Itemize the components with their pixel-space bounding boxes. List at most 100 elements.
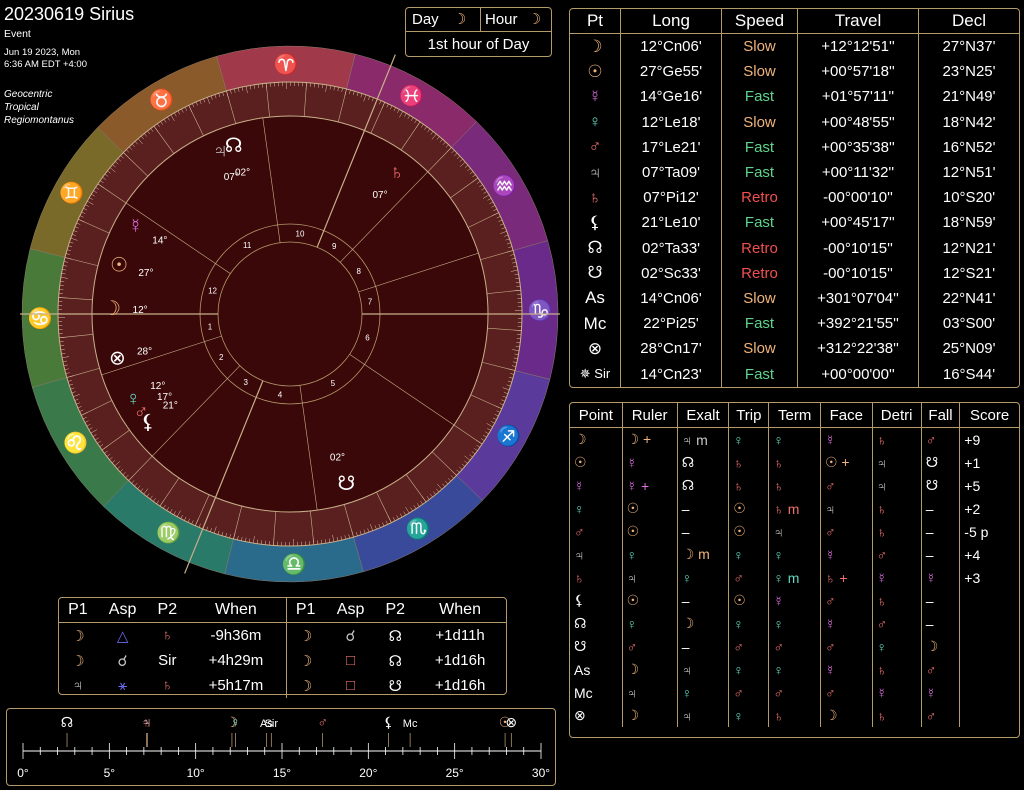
planet-speed: Fast [722, 84, 798, 109]
dignity-cell: ♂ [820, 635, 872, 658]
strip-marker-glyph: ♀ [230, 714, 241, 730]
dignity-cell: ☉ [622, 520, 677, 543]
aspect-col-header: Asp [325, 598, 377, 623]
dignity-cell: +3 [960, 566, 1019, 589]
planet-row: ⊗28°Cn17'Slow+312°22'38''25°N09' [570, 336, 1019, 361]
dignity-cell: +4 [960, 543, 1019, 566]
strip-axis-label: 0° [17, 766, 29, 780]
dignity-cell [960, 704, 1019, 727]
dignity-cell: ☽ [820, 704, 872, 727]
dignity-cell: ☿ [820, 658, 872, 681]
planet-table: PtLongSpeedTravelDecl ☽12°Cn06'Slow+12°1… [570, 9, 1019, 387]
planet-long: 02°Ta33' [621, 236, 722, 261]
planet-pt: ☿ [570, 84, 621, 109]
dignity-cell: ♀ m [769, 566, 821, 589]
aspect-cell: ☋ [376, 673, 414, 698]
dignity-col-header: Ruler [622, 403, 677, 428]
dignity-row: ♀☉–☉♄ m♃♄–+2 [570, 497, 1019, 520]
house-number: 2 [219, 353, 224, 362]
dignity-cell: ♄ [729, 474, 769, 497]
dignity-cell: ♀ [769, 543, 821, 566]
planet-row: ☋02°Sc33'Retro-00°10'15''12°S21' [570, 261, 1019, 286]
degree-strip: 0°5°10°15°20°25°30°☊♃♄☽♀AsSir♂⚸Mc☉⊗ [7, 709, 555, 785]
dignity-cell: – [677, 497, 729, 520]
aspect-row: ☽△♄-9h36m☽☌☊+1d11h [59, 623, 506, 649]
dignity-cell: ♀ [622, 612, 677, 635]
house-number: 9 [332, 242, 337, 251]
dignity-cell: ♀ [677, 566, 729, 589]
aspect-cell: +5h17m [186, 673, 286, 698]
dignity-cell: ♃ [872, 474, 921, 497]
planet-pt: ♃ [570, 160, 621, 185]
aspect-col-header: P2 [148, 598, 186, 623]
dignity-cell: ♂ [921, 428, 960, 452]
planet-decl: 27°N37' [919, 34, 1020, 60]
house-number: 11 [243, 241, 252, 250]
dignity-cell: ☽ [677, 612, 729, 635]
dignity-cell: ♂ [820, 681, 872, 704]
planet-glyph: ⊗ [109, 348, 126, 370]
dignity-cell: ♄ [769, 474, 821, 497]
dignity-col-header: Score [960, 403, 1019, 428]
planet-col-header: Travel [798, 9, 919, 34]
planet-long: 22°Pi25' [621, 311, 722, 336]
aspect-cell: □ [325, 673, 377, 698]
dignity-cell: ♄ [769, 451, 821, 474]
dignity-row: ☽☽ +♃ m♀♀☿♄♂+9 [570, 428, 1019, 452]
planet-pt: ✵ Sir [570, 361, 621, 386]
planet-pt: ⊗ [570, 336, 621, 361]
dignity-cell: ♀ [677, 681, 729, 704]
dignity-cell: As [570, 658, 622, 681]
planet-glyph: ☽ [103, 298, 121, 320]
dignity-cell: ♀ [769, 428, 821, 452]
dignity-cell: ☋ [570, 635, 622, 658]
dignity-cell: ♂ [820, 589, 872, 612]
dignity-cell: ☽ [622, 658, 677, 681]
aspect-cell: □ [325, 648, 377, 673]
dignity-cell: ☽ [921, 635, 960, 658]
dignity-row: ♂☉–☉♃♂♄–-5 p [570, 520, 1019, 543]
aspect-cell: ☽ [286, 623, 325, 649]
strip-axis-label: 25° [446, 766, 464, 780]
dignity-cell [960, 681, 1019, 704]
planet-glyph: ⚸ [141, 411, 156, 433]
strip-axis-label: 15° [273, 766, 291, 780]
dignity-cell: ☿ [570, 474, 622, 497]
planet-row: As14°Cn06'Slow+301°07'04''22°N41' [570, 286, 1019, 311]
dignity-cell: ♂ [769, 681, 821, 704]
aspect-table-box: P1AspP2WhenP1AspP2When ☽△♄-9h36m☽☌☊+1d11… [58, 597, 507, 695]
sign-glyph: ♑ [528, 298, 553, 322]
dignity-cell: ☿ [820, 612, 872, 635]
aspect-cell: ☽ [59, 648, 97, 673]
strip-marker-glyph: ♄ [142, 714, 153, 730]
strip-marker-glyph: Sir [265, 718, 279, 730]
dignity-cell: ☉ [622, 497, 677, 520]
aspect-cell: ♄ [148, 623, 186, 649]
dignity-cell: ♄ [872, 704, 921, 727]
dignity-cell: ☊ [677, 474, 729, 497]
sign-glyph: ♈ [274, 52, 299, 76]
dignity-cell: ♂ [872, 612, 921, 635]
strip-marker-glyph: ♂ [317, 714, 328, 730]
planet-speed: Slow [722, 110, 798, 135]
planet-travel: +01°57'11'' [798, 84, 919, 109]
dignity-cell: – [677, 635, 729, 658]
planet-row: ⚸21°Le10'Fast+00°45'17''18°N59' [570, 210, 1019, 235]
planet-pt: ⚸ [570, 210, 621, 235]
dignity-cell: ♂ [729, 681, 769, 704]
dignity-cell: – [921, 589, 960, 612]
planet-glyph: ♄ [389, 162, 404, 184]
planet-col-header: Pt [570, 9, 621, 34]
strip-marker-glyph: ⚸ [383, 714, 393, 730]
house-number: 5 [331, 379, 336, 388]
aspect-cell: -9h36m [186, 623, 286, 649]
planet-degree-label: 12° [133, 305, 148, 316]
aspect-col-header: When [414, 598, 506, 623]
dignity-cell: ☿ [769, 589, 821, 612]
dignity-cell: ♀ [570, 497, 622, 520]
sign-glyph: ♌ [63, 430, 88, 454]
planet-row: ☽12°Cn06'Slow+12°12'51''27°N37' [570, 34, 1019, 60]
planet-travel: +00°45'17'' [798, 210, 919, 235]
planet-row: ♃07°Ta09'Fast+00°11'32''12°N51' [570, 160, 1019, 185]
dignity-cell: ☿ [622, 451, 677, 474]
